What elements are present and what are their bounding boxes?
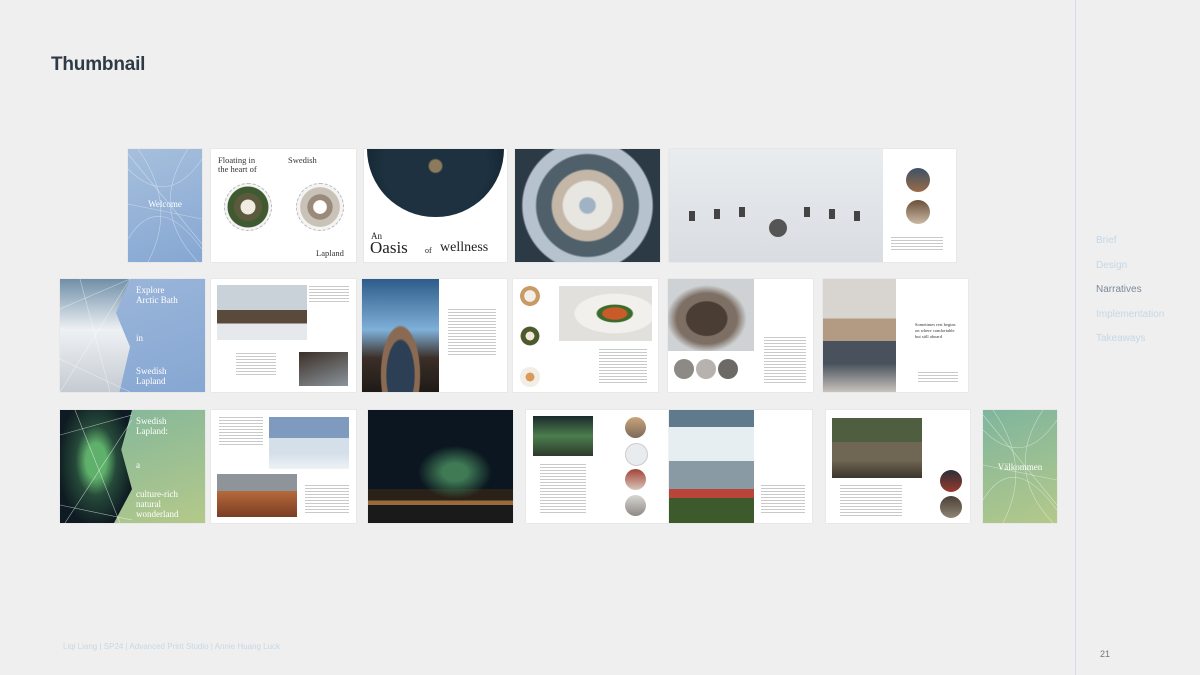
geometric-lines-graphic	[60, 410, 133, 523]
plated-dish-photo	[559, 286, 652, 341]
culture-line-1: culture-rich	[136, 489, 178, 499]
sidebar-divider	[1075, 0, 1076, 675]
lapland-heading: Lapland	[316, 248, 344, 258]
thumbnail-aerial-spa	[515, 149, 660, 262]
floating-heading-2: the heart of	[218, 164, 257, 174]
body-text-block	[309, 286, 349, 304]
thumbnail-hottub-spread	[362, 279, 507, 392]
wildlife-circle-3	[718, 359, 738, 379]
hot-tub-photo	[362, 279, 439, 392]
thumbnail-bedroom-spread: Sometimes rest begins on where comfortab…	[823, 279, 968, 392]
thumbnail-aurora-circles-spread	[526, 410, 669, 523]
nav-item-takeaways[interactable]: Takeaways	[1096, 327, 1164, 352]
lapland-a: a	[136, 460, 140, 470]
aurora-landscape-photo	[533, 416, 593, 456]
culture-line-3: wonderland	[136, 509, 179, 519]
body-text-block	[448, 309, 496, 357]
thumbnail-mountains-spread	[211, 410, 356, 523]
thumbnail-cabins-spread	[211, 279, 356, 392]
body-text-block	[840, 485, 902, 517]
aerial-spa-photo	[296, 183, 344, 231]
forest-picnic-photo	[832, 418, 922, 478]
dish-circle-1	[520, 286, 540, 306]
section-nav: Brief Design Narratives Implementation T…	[1096, 229, 1164, 352]
thumbnail-explore-cover: Explore Arctic Bath in Swedish Lapland	[60, 279, 205, 392]
nav-item-brief[interactable]: Brief	[1096, 229, 1164, 254]
body-text-block	[764, 337, 806, 383]
welcome-text: Welcome	[148, 199, 182, 209]
activity-circle-1	[625, 417, 646, 438]
autumn-tundra-photo	[217, 474, 297, 517]
thumbnail-lapland-cover: Swedish Lapland: a culture-rich natural …	[60, 410, 205, 523]
cabins-snow-photo	[217, 285, 307, 340]
swedish-heading: Swedish	[288, 155, 317, 165]
nav-item-design[interactable]: Design	[1096, 254, 1164, 279]
page-number: 21	[1100, 649, 1111, 659]
oasis-of: of	[425, 246, 432, 255]
thumbnail-floating-spread: Floating in the heart of Swedish Lapland	[211, 149, 356, 262]
body-text-block	[891, 237, 943, 251]
body-text-block	[540, 464, 586, 514]
campfire-circle-1	[940, 470, 962, 492]
snowy-mountains-photo	[269, 417, 349, 469]
moose-photo	[668, 279, 754, 351]
culture-line-2: natural	[136, 499, 161, 509]
dish-circle-2	[520, 326, 540, 346]
bedroom-caption: Sometimes rest begins on where comfortab…	[915, 322, 956, 339]
activity-circle-4	[625, 495, 646, 516]
body-text-block	[761, 485, 805, 515]
body-text-block	[918, 372, 958, 382]
lake-aerial-photo	[367, 149, 504, 217]
explore-line-3: Swedish	[136, 366, 167, 376]
thumbnail-valkommen-cover: Välkommen	[983, 410, 1057, 523]
oasis-wellness: wellness	[440, 240, 489, 255]
river-hikers-photo	[669, 410, 754, 523]
oasis-word: Oasis	[370, 238, 408, 257]
table-circle-photo	[906, 200, 930, 224]
activity-circle-3	[625, 469, 646, 490]
thumbnail-forest-spread	[826, 410, 970, 523]
body-text-block	[219, 417, 263, 445]
bedroom-photo	[823, 279, 896, 392]
valkommen-text: Välkommen	[997, 462, 1043, 472]
wildlife-circle-2	[696, 359, 716, 379]
page-title: Thumbnail	[51, 54, 146, 75]
wildlife-circle-1	[674, 359, 694, 379]
explore-line-4: Lapland	[136, 376, 166, 386]
snow-cabins-photo	[669, 149, 883, 262]
dish-circle-3	[520, 367, 540, 387]
lapland-line-1: Swedish	[136, 416, 167, 426]
nav-item-implementation[interactable]: Implementation	[1096, 303, 1164, 328]
thumbnail-snow-aerial-spread	[669, 149, 956, 262]
thumbnail-oasis-spread: An Oasis of wellness	[364, 149, 507, 262]
nav-item-narratives[interactable]: Narratives	[1096, 278, 1164, 303]
geometric-lines-graphic	[60, 279, 131, 392]
body-text-block	[599, 349, 647, 385]
lapland-line-2: Lapland:	[136, 426, 168, 436]
campfire-circle-2	[940, 496, 962, 518]
body-text-block	[305, 485, 349, 515]
body-text-block	[236, 353, 276, 375]
pool-circle-photo	[906, 168, 930, 192]
thumbnail-river-spread	[669, 410, 812, 523]
thumbnail-aurora-night	[368, 410, 513, 523]
explore-line-1: Explore	[136, 285, 165, 295]
thumbnail-food-spread	[513, 279, 658, 392]
activity-circle-2	[625, 443, 648, 466]
aerial-sauna-photo	[224, 183, 272, 231]
cabin-detail-photo	[299, 352, 348, 386]
thumbnail-moose-spread	[668, 279, 813, 392]
thumbnail-welcome-cover: Welcome	[128, 149, 202, 262]
explore-in: in	[136, 333, 144, 343]
explore-line-2: Arctic Bath	[136, 295, 178, 305]
footer-credits: Liqi Liang | SP24 | Advanced Print Studi…	[63, 642, 281, 651]
